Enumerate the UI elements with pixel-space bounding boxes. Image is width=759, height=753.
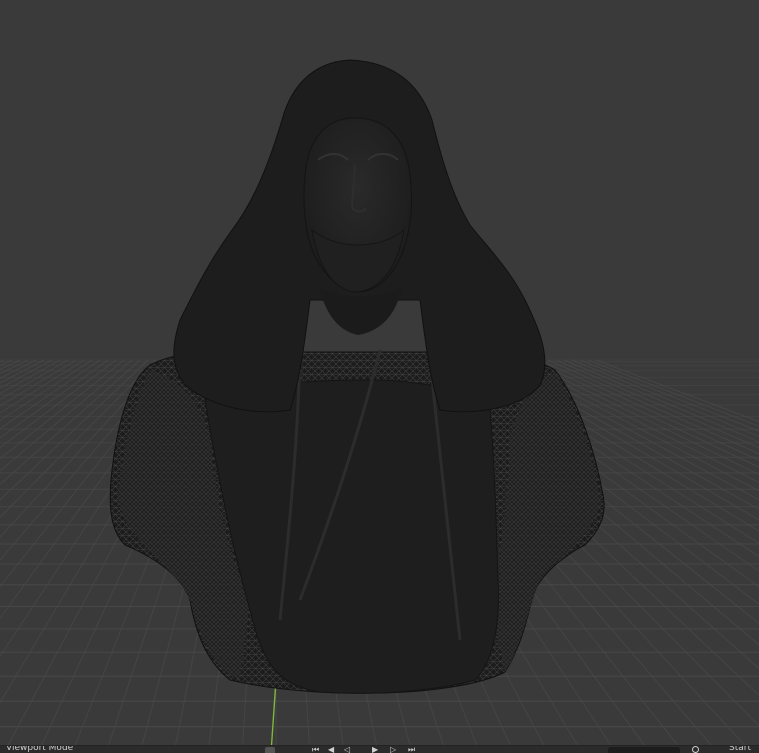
play-reverse-icon[interactable]: ◁ bbox=[344, 746, 350, 753]
step-forward-icon[interactable]: ▷ bbox=[390, 746, 396, 753]
keyframe-icon[interactable] bbox=[265, 747, 275, 753]
timeline-bar: Viewport Mode ⏮ ◀ ◁ ▶ ▷ ⏭ Start bbox=[0, 745, 759, 753]
viewport-mode-label[interactable]: Viewport Mode bbox=[6, 746, 73, 753]
viewport-canvas[interactable] bbox=[0, 0, 759, 753]
jump-start-icon[interactable]: ⏮ bbox=[312, 746, 319, 753]
jump-end-icon[interactable]: ⏭ bbox=[408, 746, 415, 753]
3d-viewport[interactable] bbox=[0, 0, 759, 753]
step-back-icon[interactable]: ◀ bbox=[328, 746, 334, 753]
frame-input[interactable] bbox=[608, 747, 680, 753]
play-icon[interactable]: ▶ bbox=[372, 746, 378, 753]
start-label: Start bbox=[729, 745, 751, 753]
clock-icon[interactable] bbox=[692, 746, 699, 753]
